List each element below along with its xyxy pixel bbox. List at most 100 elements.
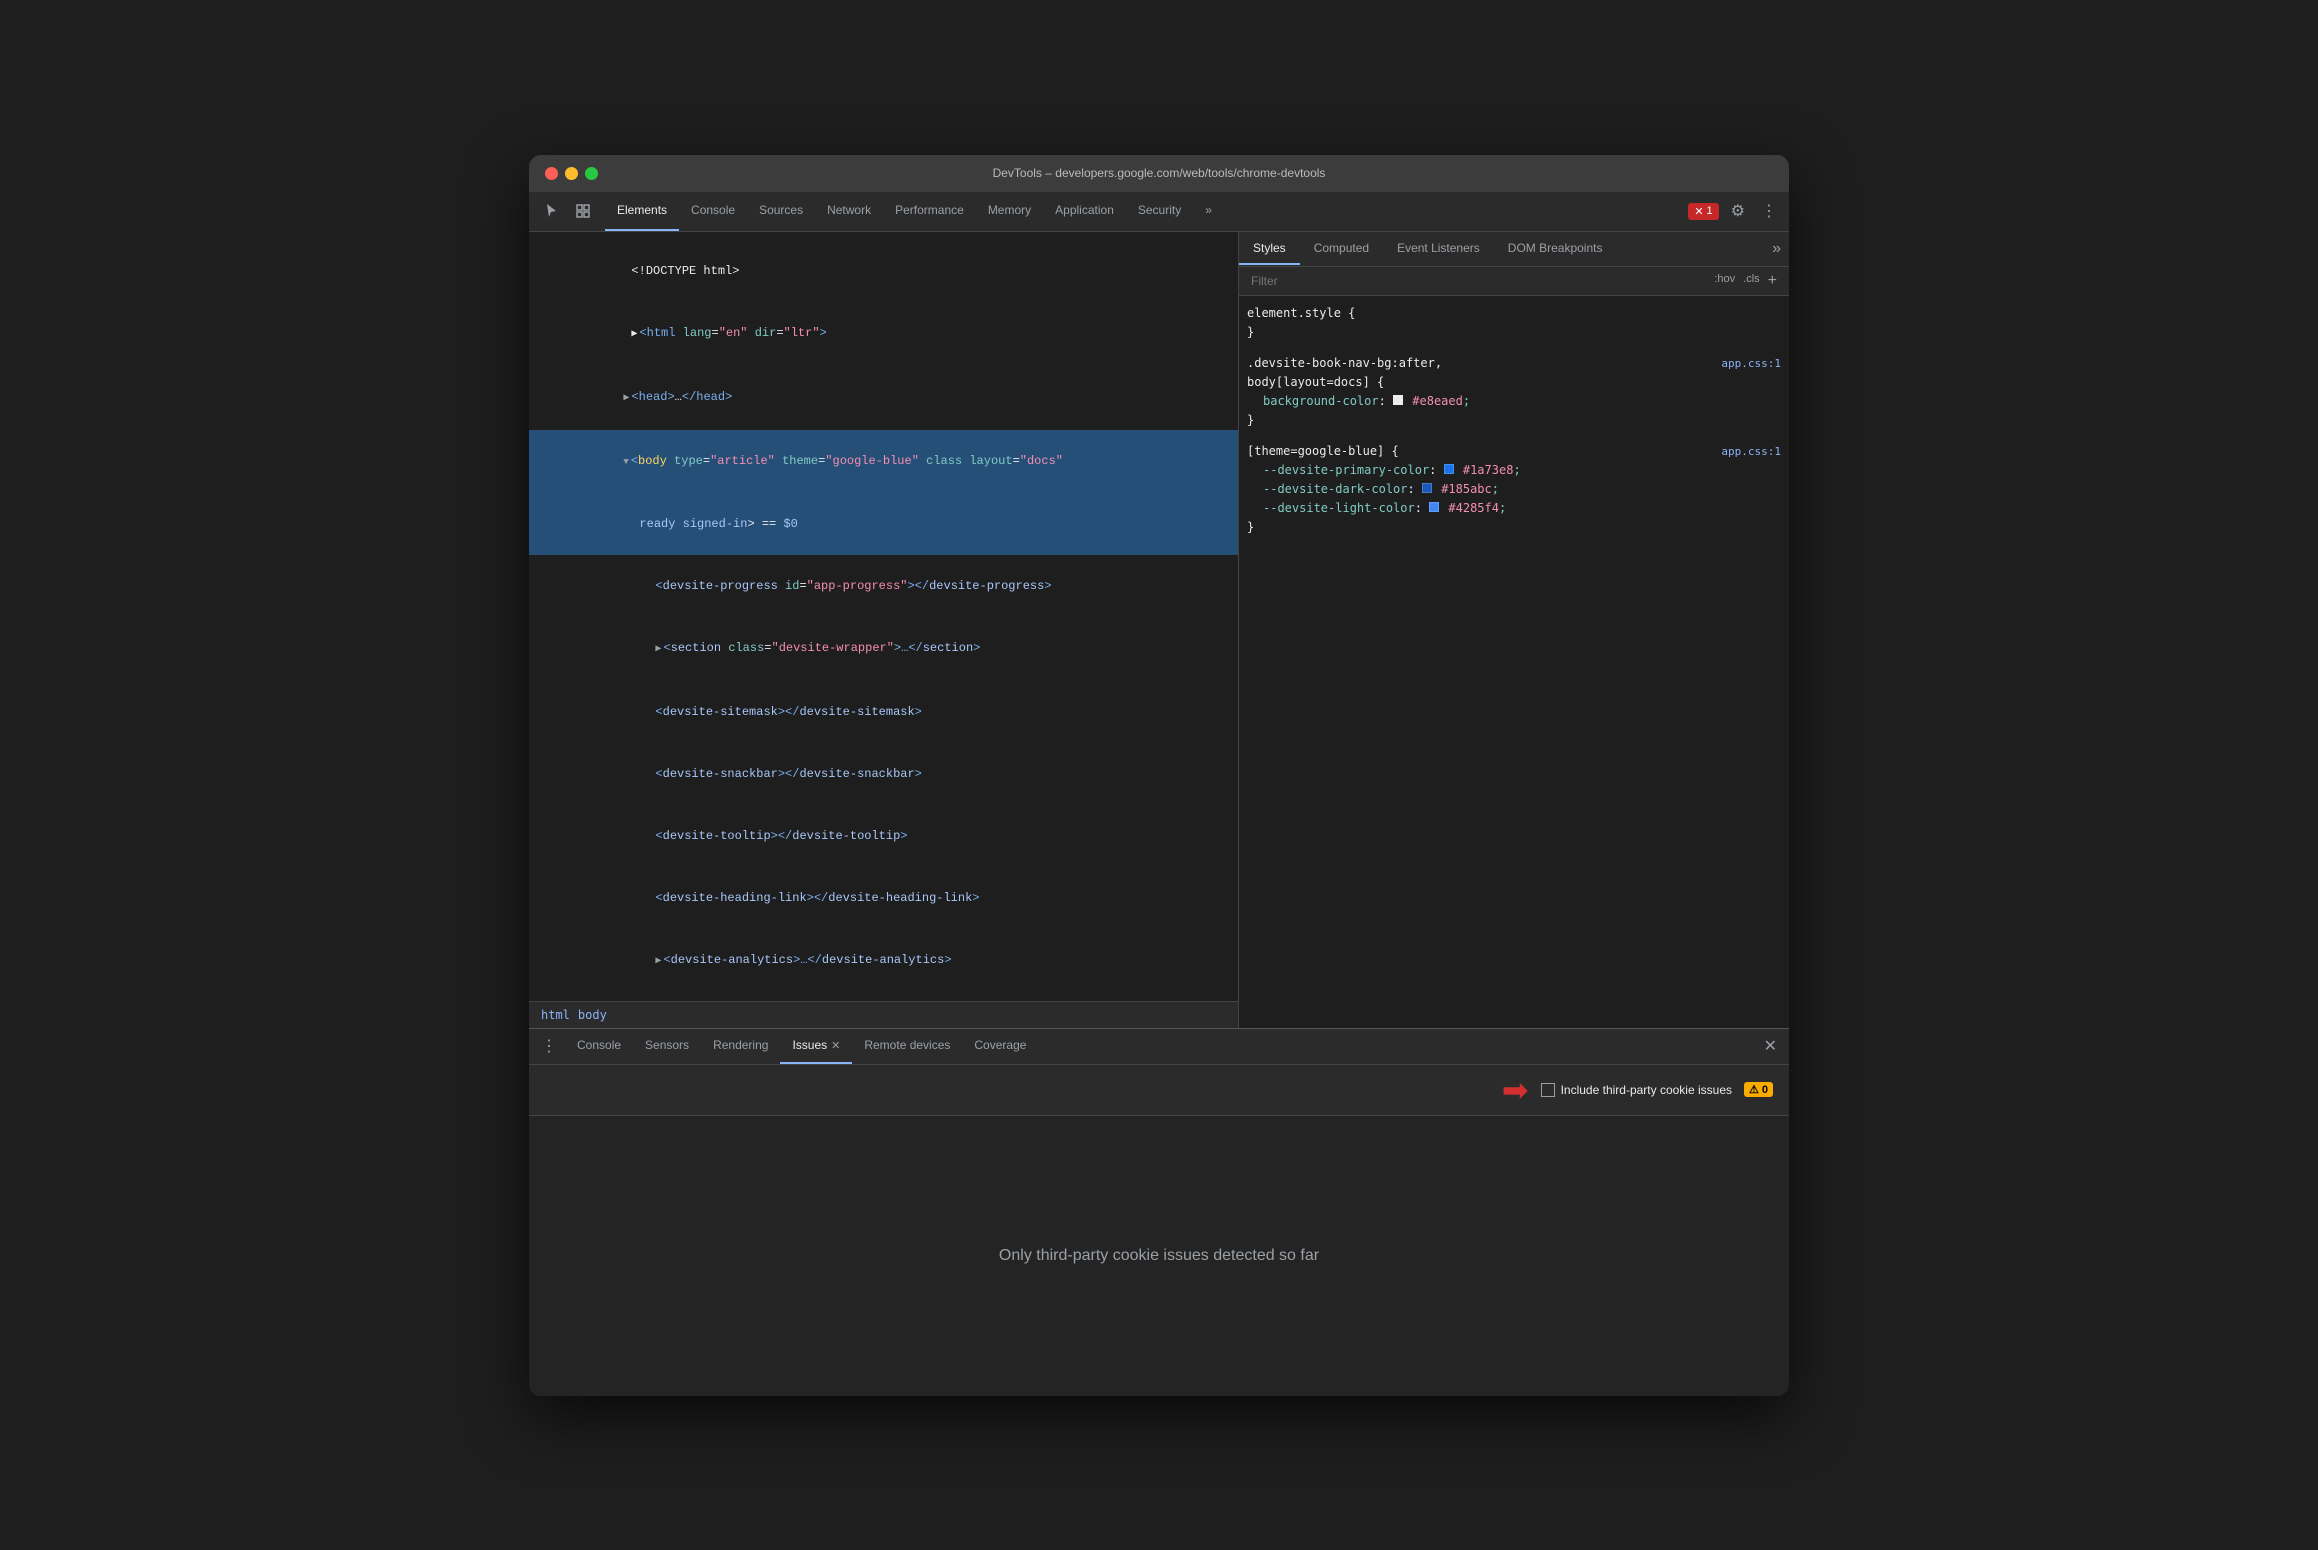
styles-tab-computed[interactable]: Computed — [1300, 233, 1383, 265]
styles-tab-styles[interactable]: Styles — [1239, 233, 1300, 265]
drawer-body: Only third-party cookie issues detected … — [529, 1116, 1789, 1396]
drawer-close-button[interactable]: ✕ — [1756, 1036, 1785, 1056]
css-prop-light: --devsite-light-color: #4285f4; — [1247, 499, 1781, 518]
css-selector-element-style: element.style { — [1247, 304, 1781, 323]
css-source-link-2[interactable]: app.css:1 — [1721, 442, 1781, 461]
html-triangle[interactable]: ▶ — [631, 329, 637, 340]
breadcrumb-body[interactable]: body — [578, 1008, 607, 1022]
filter-actions: :hov .cls + — [1714, 273, 1777, 289]
error-badge[interactable]: ✕ 1 — [1688, 203, 1718, 220]
content-area: <!DOCTYPE html> ▶<html lang="en" dir="lt… — [529, 232, 1789, 1028]
close-button[interactable] — [545, 167, 558, 180]
tab-security[interactable]: Security — [1126, 192, 1193, 231]
dom-line-analytics: ▶<devsite-analytics>…</devsite-analytics… — [529, 929, 1238, 993]
warning-count: 0 — [1762, 1084, 1768, 1096]
css-rule-book-nav: app.css:1 .devsite-book-nav-bg:after, bo… — [1247, 354, 1781, 430]
css-close-3: } — [1247, 518, 1781, 537]
css-prop-bg-color: background-color: #e8eaed; — [1247, 392, 1781, 411]
cls-toggle[interactable]: .cls — [1743, 273, 1760, 289]
dom-line-doctype: <!DOCTYPE html> — [529, 240, 1238, 302]
dom-line-html: ▶<html lang="en" dir="ltr"> — [529, 302, 1238, 366]
main-tabs: Elements Console Sources Network Perform… — [605, 192, 1224, 231]
styles-tab-dom-breakpoints[interactable]: DOM Breakpoints — [1494, 233, 1617, 265]
dom-line-progress: <devsite-progress id="app-progress"></de… — [529, 555, 1238, 617]
drawer-toolbar: ➡ Include third-party cookie issues ⚠ 0 — [529, 1065, 1789, 1116]
drawer-tab-coverage[interactable]: Coverage — [962, 1029, 1038, 1064]
warning-icon: ⚠ — [1749, 1083, 1759, 1096]
add-rule-button[interactable]: + — [1768, 273, 1777, 289]
dom-line-section: ▶<section class="devsite-wrapper">…</sec… — [529, 617, 1238, 681]
drawer-tab-console[interactable]: Console — [565, 1029, 633, 1064]
maximize-button[interactable] — [585, 167, 598, 180]
styles-more-icon[interactable]: » — [1764, 232, 1789, 266]
cookie-issues-label: Include third-party cookie issues — [1561, 1083, 1732, 1097]
styles-tabs: Styles Computed Event Listeners DOM Brea… — [1239, 232, 1789, 267]
titlebar: DevTools – developers.google.com/web/too… — [529, 155, 1789, 192]
filter-input[interactable] — [1251, 274, 1714, 288]
css-prop-primary: --devsite-primary-color: #1a73e8; — [1247, 461, 1781, 480]
styles-content: element.style { } app.css:1 .devsite-boo… — [1239, 296, 1789, 1028]
css-close-1: } — [1247, 323, 1781, 342]
tab-sources[interactable]: Sources — [747, 192, 815, 231]
css-rule-element-style: element.style { } — [1247, 304, 1781, 342]
tab-network[interactable]: Network — [815, 192, 883, 231]
tab-more[interactable]: » — [1193, 192, 1224, 231]
dom-breadcrumb: html body — [529, 1001, 1238, 1028]
color-swatch-4285f4 — [1429, 502, 1439, 512]
cookie-issues-checkbox[interactable] — [1541, 1083, 1555, 1097]
cursor-icon[interactable] — [537, 197, 565, 225]
tab-memory[interactable]: Memory — [976, 192, 1043, 231]
dom-line-tooltip: <devsite-tooltip></devsite-tooltip> — [529, 805, 1238, 867]
filter-bar: :hov .cls + — [1239, 267, 1789, 296]
devtools-body: Elements Console Sources Network Perform… — [529, 192, 1789, 1396]
drawer-tab-close-icon[interactable]: ✕ — [831, 1039, 840, 1052]
css-close-2: } — [1247, 411, 1781, 430]
styles-tab-event-listeners[interactable]: Event Listeners — [1383, 233, 1494, 265]
dom-panel: <!DOCTYPE html> ▶<html lang="en" dir="lt… — [529, 232, 1239, 1028]
tab-console[interactable]: Console — [679, 192, 747, 231]
hov-toggle[interactable]: :hov — [1714, 273, 1735, 289]
more-options-icon[interactable]: ⋮ — [1757, 197, 1781, 225]
error-count: 1 — [1707, 205, 1713, 217]
main-toolbar: Elements Console Sources Network Perform… — [529, 192, 1789, 232]
tab-elements[interactable]: Elements — [605, 192, 679, 231]
settings-icon[interactable]: ⚙ — [1727, 197, 1749, 225]
minimize-button[interactable] — [565, 167, 578, 180]
dom-line-sitemask: <devsite-sitemask></devsite-sitemask> — [529, 681, 1238, 743]
traffic-lights — [545, 167, 598, 180]
css-selector-body: body[layout=docs] { — [1247, 373, 1781, 392]
drawer-tab-rendering[interactable]: Rendering — [701, 1029, 780, 1064]
error-icon: ✕ — [1694, 205, 1703, 218]
drawer-menu-icon[interactable]: ⋮ — [533, 1036, 565, 1056]
css-source-link-1[interactable]: app.css:1 — [1721, 354, 1781, 373]
toolbar-right: ✕ 1 ⚙ ⋮ — [1688, 197, 1781, 225]
breadcrumb-html[interactable]: html — [541, 1008, 570, 1022]
color-swatch-e8eaed — [1393, 395, 1403, 405]
drawer-tab-remote-devices[interactable]: Remote devices — [852, 1029, 962, 1064]
drawer-tabs: ⋮ Console Sensors Rendering Issues ✕ Rem… — [529, 1029, 1789, 1065]
tab-application[interactable]: Application — [1043, 192, 1126, 231]
tab-performance[interactable]: Performance — [883, 192, 976, 231]
window-title: DevTools – developers.google.com/web/too… — [993, 166, 1326, 180]
drawer-tab-issues[interactable]: Issues ✕ — [780, 1029, 852, 1064]
dom-line-body[interactable]: ▼<body type="article" theme="google-blue… — [529, 430, 1238, 493]
styles-panel: Styles Computed Event Listeners DOM Brea… — [1239, 232, 1789, 1028]
dom-line-body-cont: ready signed-in> == $0 — [529, 493, 1238, 555]
color-swatch-1a73e8 — [1444, 464, 1454, 474]
inspect-icon[interactable] — [569, 197, 597, 225]
css-rule-theme: app.css:1 [theme=google-blue] { --devsit… — [1247, 442, 1781, 537]
toolbar-icon-group — [537, 197, 597, 225]
cookie-issues-checkbox-container: Include third-party cookie issues — [1541, 1083, 1732, 1097]
drawer-tab-sensors[interactable]: Sensors — [633, 1029, 701, 1064]
css-prop-dark: --devsite-dark-color: #185abc; — [1247, 480, 1781, 499]
color-swatch-185abc — [1422, 483, 1432, 493]
bottom-drawer: ⋮ Console Sensors Rendering Issues ✕ Rem… — [529, 1028, 1789, 1396]
css-selector-book-nav: .devsite-book-nav-bg:after, — [1247, 354, 1781, 373]
devtools-window: DevTools – developers.google.com/web/too… — [529, 155, 1789, 1396]
dom-tree: <!DOCTYPE html> ▶<html lang="en" dir="lt… — [529, 232, 1238, 1001]
empty-message: Only third-party cookie issues detected … — [999, 1247, 1319, 1265]
css-selector-theme: [theme=google-blue] { — [1247, 442, 1781, 461]
red-arrow-indicator: ➡ — [1502, 1071, 1529, 1109]
dom-line-heading-link: <devsite-heading-link></devsite-heading-… — [529, 867, 1238, 929]
dom-line-head: ▶<head>…</head> — [529, 366, 1238, 430]
